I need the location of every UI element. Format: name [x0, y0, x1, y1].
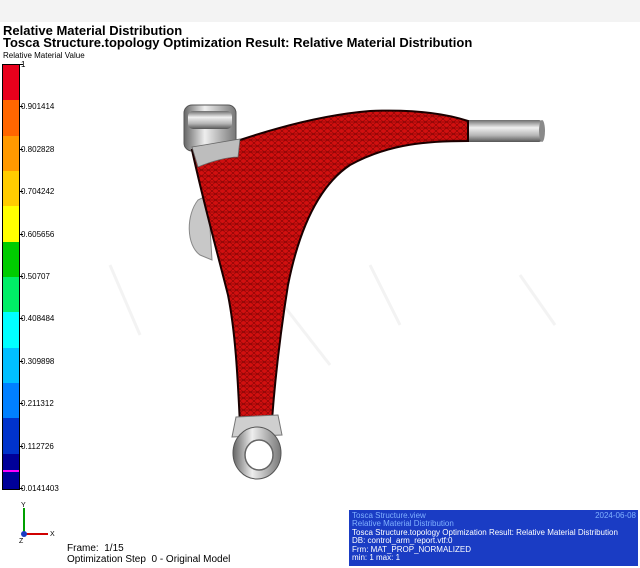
legend-tick-mark [20, 148, 23, 150]
legend-tick-label: 0.408484 [21, 314, 55, 324]
axis-z-label: Z [19, 538, 24, 545]
legend-band [3, 312, 19, 349]
frame-number: Frame: 1/15 [67, 543, 124, 554]
legend-current-marker [3, 469, 19, 472]
legend-band [3, 100, 19, 137]
legend-tick-label: 0.802828 [21, 144, 55, 154]
control-arm-body [190, 109, 469, 427]
legend-tick-mark [20, 233, 23, 235]
legend-band [3, 277, 19, 313]
legend-tick-label: 1 [21, 60, 26, 69]
info-range: min: 1 max: 1 [352, 553, 401, 563]
legend-band [3, 206, 19, 243]
info-date: 2024-06-08 [595, 511, 636, 520]
legend-tick-mark [20, 488, 23, 489]
optimization-step: Optimization Step 0 - Original Model [67, 554, 231, 565]
legend-tick-label: 0.211312 [21, 399, 54, 409]
info-panel: Tosca Structure.view 2024-06-08 Relative… [349, 510, 638, 566]
legend-band [3, 383, 19, 419]
legend-tick-label: 0.112726 [21, 441, 54, 451]
legend-band [3, 135, 19, 172]
bushing-bottom [231, 414, 283, 480]
model-viewport[interactable] [100, 95, 560, 480]
legend-tick-label: 0.605656 [21, 229, 55, 239]
legend-tick-label: 0.0141403 [21, 484, 59, 493]
legend-tick-mark [20, 360, 23, 362]
window-top-bar [0, 0, 640, 22]
legend-band [3, 418, 19, 455]
frame-indicator: Frame: 1/15 Optimization Step 0 - Origina… [67, 543, 230, 565]
legend-band [3, 241, 19, 278]
ghost-background-shapes [108, 264, 557, 366]
legend-title: Relative Material Value [3, 51, 85, 60]
legend-tick-mark [20, 403, 23, 405]
legend-tick-label: 0.704242 [21, 187, 55, 197]
legend-band [3, 65, 19, 101]
axis-y-label: Y [21, 502, 26, 509]
legend-tick-mark [20, 106, 23, 108]
legend-band [3, 171, 19, 207]
legend-colorbar [2, 64, 20, 490]
axis-x-label: X [50, 531, 55, 538]
legend-tick-label: 0.309898 [21, 356, 55, 366]
shaft-right [460, 120, 545, 142]
legend-tick-label: 0.50707 [21, 272, 50, 281]
legend-band [3, 347, 19, 384]
axis-triad: Y X Z [19, 502, 55, 545]
result-subtitle: Tosca Structure.topology Optimization Re… [3, 35, 473, 50]
legend-tick-mark [20, 276, 23, 277]
legend-tick-mark [20, 64, 23, 65]
legend-tick-mark [20, 318, 23, 320]
legend-tick-label: 0.901414 [21, 102, 55, 112]
legend-tick-mark [20, 191, 23, 193]
legend-tick-mark [20, 445, 23, 447]
